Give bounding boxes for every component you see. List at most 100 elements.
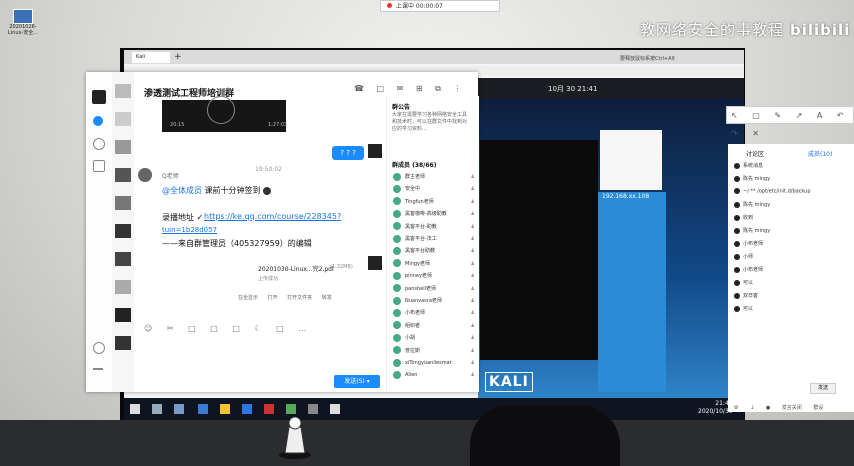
member-item[interactable]: 黑客平台-法工 ♟ xyxy=(393,234,477,244)
member-avatar xyxy=(393,284,401,293)
file-status: 上传成功 xyxy=(258,276,279,282)
app3-icon[interactable] xyxy=(308,404,318,414)
space-icon[interactable] xyxy=(93,160,105,172)
panel-send-button[interactable]: 发送 xyxy=(810,383,836,394)
kali-dialog[interactable] xyxy=(600,130,662,190)
chat-header-icons[interactable]: ☎ □ ✉ ⊞ ⧉ ⋮ xyxy=(354,84,466,94)
course-link-tail[interactable]: tuin=1b28d057 xyxy=(162,226,217,234)
conversation-avatar[interactable] xyxy=(115,84,131,98)
member-avatar xyxy=(393,333,401,342)
person-icon: ♟ xyxy=(470,198,475,205)
app-icon[interactable] xyxy=(264,404,274,414)
discussion-message: 陈先 mingy xyxy=(734,227,770,234)
sender-avatar[interactable] xyxy=(138,168,152,182)
member-item[interactable]: pinney老师 ♟ xyxy=(393,271,477,281)
person-icon: ♟ xyxy=(470,285,475,292)
file-size: (1.32MB) xyxy=(330,264,353,270)
tab-members[interactable]: 成员(10) xyxy=(808,149,832,158)
conversation-avatar[interactable] xyxy=(115,336,131,350)
discussion-text: 小布老师 xyxy=(743,267,764,273)
member-item[interactable]: 黑客平台-助教 ♟ xyxy=(393,222,477,232)
member-item[interactable]: 组织者 ♟ xyxy=(393,321,477,331)
message-avatar xyxy=(734,175,740,182)
member-avatar xyxy=(393,184,401,193)
discussion-message: 可以 xyxy=(734,279,753,286)
app2-icon[interactable] xyxy=(286,404,296,414)
member-name: Mingy老师 xyxy=(405,260,431,267)
qq-icon[interactable] xyxy=(242,404,252,414)
discussion-text: 小师 xyxy=(743,254,754,260)
member-name: 黑客平台助教 xyxy=(405,248,436,255)
member-name: 黑客咖啡-高级助教 xyxy=(405,211,447,218)
conversation-avatar[interactable] xyxy=(115,196,131,210)
video-duration: 1:27:03 xyxy=(268,122,288,128)
explorer-icon[interactable] xyxy=(220,404,230,414)
menu-icon[interactable] xyxy=(93,368,103,370)
panel-bottom-bar[interactable]: ⚙ ↓ ● 发言关闭 群设 xyxy=(734,404,823,411)
member-avatar xyxy=(393,308,401,317)
conversation-avatar[interactable] xyxy=(115,168,131,182)
contacts-icon[interactable] xyxy=(93,138,105,150)
member-item[interactable]: 黑客平台助教 ♟ xyxy=(393,246,477,256)
file-name[interactable]: 20201030-Linux...完2.pdf xyxy=(258,264,334,273)
search-icon[interactable] xyxy=(152,404,162,414)
at-all-mention[interactable]: @全体成员 xyxy=(162,186,202,195)
chat-toolbar[interactable]: ☺ ✂ □ □ □ ☾ □ … xyxy=(144,324,312,333)
user-avatar[interactable] xyxy=(92,90,106,104)
app4-icon[interactable] xyxy=(330,404,340,414)
taskview-icon[interactable] xyxy=(174,404,184,414)
conversation-avatar[interactable] xyxy=(115,280,131,294)
class-timer-bar[interactable]: 上课中 00:00:07 xyxy=(380,0,500,12)
message-avatar xyxy=(734,227,740,234)
conversation-avatar[interactable] xyxy=(115,308,131,322)
person-icon: ♟ xyxy=(470,236,475,242)
member-item[interactable]: 群主老师 ♟ xyxy=(393,172,477,182)
member-item[interactable]: 安全中 ♟ xyxy=(393,184,477,194)
member-item[interactable]: Alien ♟ xyxy=(393,370,477,380)
conversation-avatar[interactable] xyxy=(115,252,131,266)
file-actions[interactable]: 在全显示 打开 打开文件夹 转发 xyxy=(238,294,332,301)
edit-icon[interactable]: ✎ xyxy=(226,86,233,95)
file-sender-avatar[interactable] xyxy=(368,256,382,270)
conversation-avatar[interactable] xyxy=(115,224,131,238)
member-item[interactable]: 普拉斯 ♟ xyxy=(393,346,477,356)
member-item[interactable]: xiTongyuanliesmar ♟ xyxy=(393,358,477,368)
timer-text: 上课中 00:00:07 xyxy=(396,3,443,10)
conversation-avatar[interactable] xyxy=(115,112,131,126)
discussion-message: 系统消息 xyxy=(734,162,763,169)
member-name: pinney老师 xyxy=(405,273,432,280)
member-avatar xyxy=(393,346,401,355)
member-item[interactable]: Tingfun老师 ♟ xyxy=(393,197,477,207)
tab-discussion[interactable]: 讨论区 xyxy=(746,149,764,158)
discussion-message: 小布老师 xyxy=(734,240,763,247)
send-button[interactable]: 发送(S) ▾ xyxy=(334,375,380,388)
message-avatar xyxy=(734,201,740,208)
message-icon[interactable] xyxy=(93,116,103,126)
my-avatar[interactable] xyxy=(368,144,382,158)
kali-terminal[interactable] xyxy=(480,140,598,360)
edge-icon[interactable] xyxy=(198,404,208,414)
member-item[interactable]: Mingy老师 ♟ xyxy=(393,259,477,269)
notice-title: 群公告 xyxy=(392,104,411,111)
vm-tab[interactable]: Kali xyxy=(132,52,170,63)
member-item[interactable]: panshell老师 ♟ xyxy=(393,284,477,294)
course-link[interactable]: https://ke.qq.com/course/228345? xyxy=(204,212,341,221)
member-item[interactable]: 小布老师 ♟ xyxy=(393,308,477,318)
settings-icon[interactable] xyxy=(93,342,105,354)
discussion-text: 陈先 mingy xyxy=(743,176,771,182)
notice-body[interactable]: 大家在需要学习各种网络安全工具和技术时，可以在群文件中找到对应的学习资料... xyxy=(392,112,468,133)
member-item[interactable]: 黑客咖啡-高级助教 ♟ xyxy=(393,209,477,219)
annotation-toolbar[interactable]: ↖ □ ✎ ↗ A ↶ ↷ ✕ xyxy=(726,106,854,138)
start-icon[interactable] xyxy=(130,404,140,414)
member-avatar xyxy=(393,209,401,218)
desktop-file-icon[interactable]: 20201026-Linux-安全... xyxy=(6,9,40,45)
member-name: Tingfun老师 xyxy=(405,198,434,205)
new-tab-icon[interactable]: + xyxy=(174,52,182,63)
conversation-avatar[interactable] xyxy=(115,140,131,154)
member-item[interactable]: 小胡 ♟ xyxy=(393,333,477,343)
my-message-bubble[interactable]: ? ? ? xyxy=(332,146,364,160)
play-icon[interactable] xyxy=(207,96,235,124)
member-item[interactable]: Nuanvasra老师 ♟ xyxy=(393,296,477,306)
discussion-text: 系统消息 xyxy=(743,163,764,169)
message-avatar xyxy=(734,188,740,194)
